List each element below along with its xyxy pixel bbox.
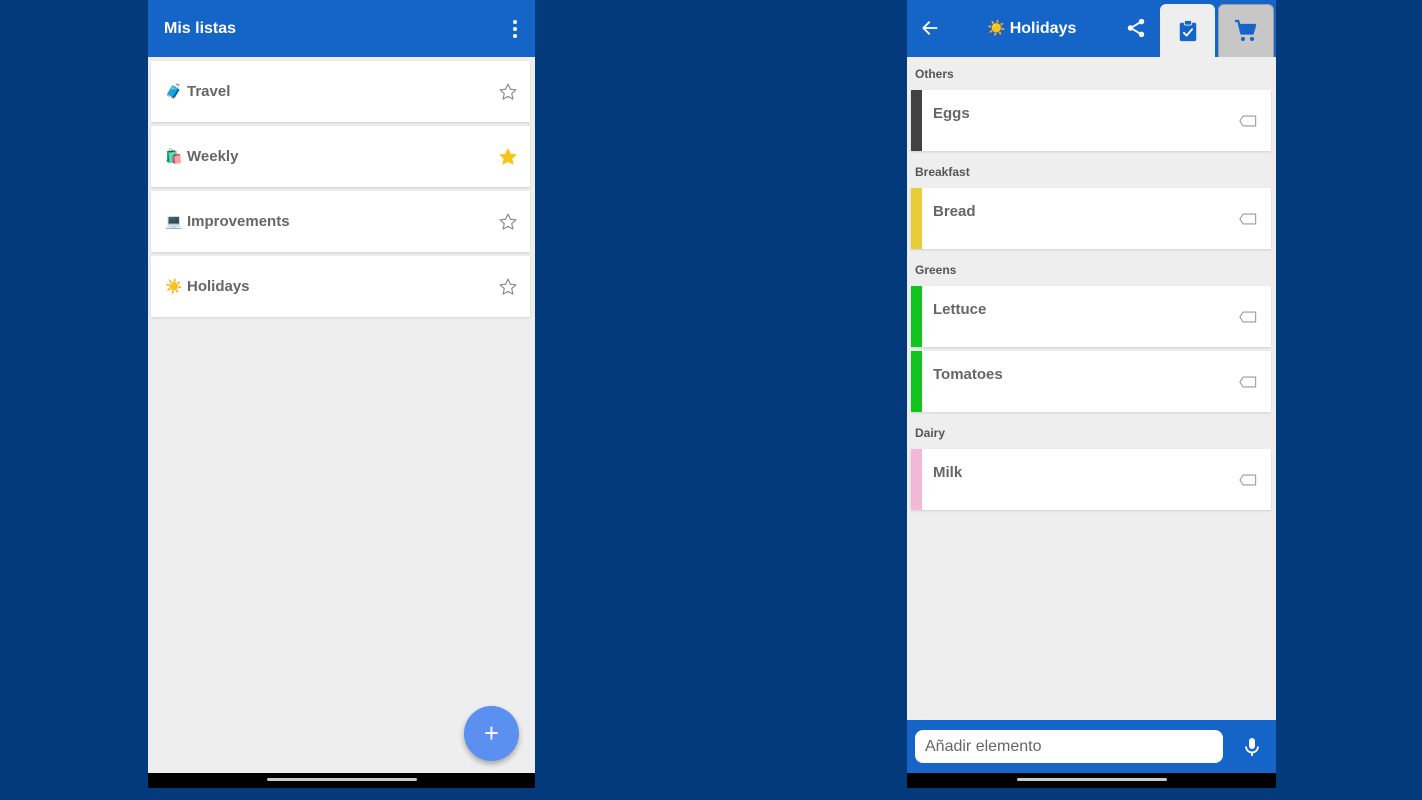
clipboard-check-icon: [1179, 19, 1196, 41]
star-outline-icon[interactable]: [498, 82, 518, 102]
list-collection: 🧳 Travel 🛍️ Weekly 💻 Improvements ☀️ Hol…: [151, 61, 530, 321]
category-color-bar: [911, 188, 922, 249]
list-emoji: 🧳: [165, 83, 183, 99]
add-list-button[interactable]: +: [464, 706, 519, 761]
tag-icon[interactable]: [1239, 114, 1257, 128]
list-name: Travel: [187, 83, 231, 100]
list-name: Weekly: [187, 148, 239, 165]
section-header-dairy: Dairy: [915, 426, 946, 440]
list-title: ☀️ Holidays: [987, 19, 1076, 38]
tag-icon[interactable]: [1239, 473, 1257, 487]
star-filled-icon[interactable]: [498, 147, 518, 167]
tag-icon[interactable]: [1239, 212, 1257, 226]
category-color-bar: [911, 286, 922, 347]
share-icon[interactable]: [1125, 17, 1147, 39]
list-emoji: ☀️: [165, 278, 183, 294]
microphone-icon[interactable]: [1244, 737, 1260, 757]
item-name: Lettuce: [933, 301, 987, 318]
items-list: Others Eggs Breakfast Bread Greens Lettu…: [907, 57, 1276, 514]
home-handle[interactable]: [266, 778, 417, 781]
more-options-icon[interactable]: [511, 19, 519, 38]
list-item-weekly[interactable]: 🛍️ Weekly: [151, 126, 530, 187]
list-emoji: 💻: [165, 213, 183, 229]
add-item-input[interactable]: [915, 730, 1223, 763]
star-outline-icon[interactable]: [498, 277, 518, 297]
app-title: Mis listas: [164, 19, 237, 37]
list-item-travel[interactable]: 🧳 Travel: [151, 61, 530, 122]
tab-list-items[interactable]: [1160, 4, 1215, 57]
system-nav-bar: [148, 773, 535, 788]
category-color-bar: [911, 351, 922, 412]
list-detail-screen: ☀️ Holidays Others Eggs Breakfast Bread G…: [907, 0, 1276, 788]
list-name: Holidays: [187, 278, 250, 295]
category-color-bar: [911, 90, 922, 151]
list-item-improvements[interactable]: 💻 Improvements: [151, 191, 530, 252]
list-title-text: Holidays: [1009, 20, 1077, 37]
list-title-emoji: ☀️: [987, 20, 1006, 37]
tag-icon[interactable]: [1239, 310, 1257, 324]
home-handle[interactable]: [1016, 778, 1167, 781]
item-name: Eggs: [933, 105, 970, 122]
add-item-bar: [907, 720, 1276, 773]
app-bar: Mis listas: [148, 0, 535, 57]
section-header-breakfast: Breakfast: [915, 165, 970, 179]
star-outline-icon[interactable]: [498, 212, 518, 232]
section-header-greens: Greens: [915, 263, 957, 277]
item-name: Milk: [933, 464, 963, 481]
tag-icon[interactable]: [1239, 375, 1257, 389]
item-bread[interactable]: Bread: [911, 188, 1271, 249]
item-lettuce[interactable]: Lettuce: [911, 286, 1271, 347]
lists-screen: Mis listas 🧳 Travel 🛍️ Weekly 💻 Improvem…: [148, 0, 535, 788]
app-bar: ☀️ Holidays: [907, 0, 1276, 57]
shopping-cart-icon: [1235, 19, 1257, 41]
back-arrow-icon[interactable]: [920, 18, 940, 38]
list-emoji: 🛍️: [165, 148, 183, 164]
tab-shopping-cart[interactable]: [1218, 4, 1274, 57]
section-header-others: Others: [915, 67, 954, 81]
item-name: Tomatoes: [933, 366, 1003, 383]
item-milk[interactable]: Milk: [911, 449, 1271, 510]
item-eggs[interactable]: Eggs: [911, 90, 1271, 151]
item-name: Bread: [933, 203, 976, 220]
category-color-bar: [911, 449, 922, 510]
list-name: Improvements: [187, 213, 290, 230]
system-nav-bar: [907, 773, 1276, 788]
item-tomatoes[interactable]: Tomatoes: [911, 351, 1271, 412]
list-item-holidays[interactable]: ☀️ Holidays: [151, 256, 530, 317]
